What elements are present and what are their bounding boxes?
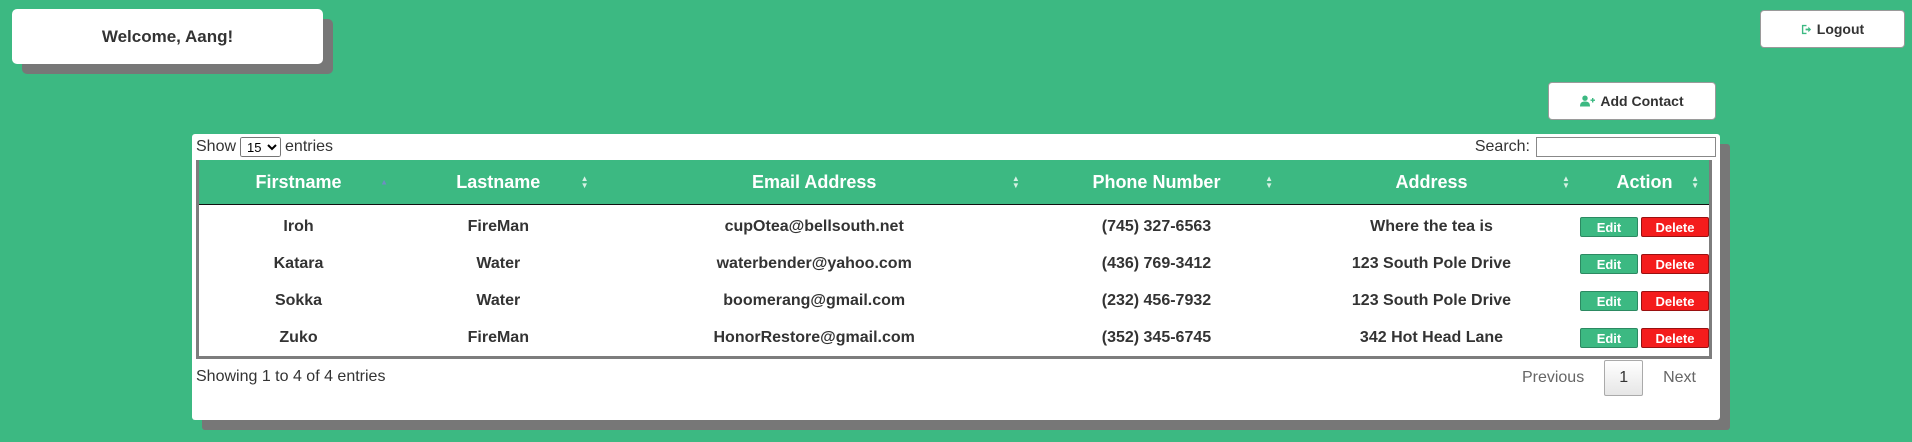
table-row: Katara Water waterbender@yahoo.com (436)…: [199, 245, 1709, 282]
add-contact-button[interactable]: Add Contact: [1548, 82, 1716, 120]
cell-address: 123 South Pole Drive: [1351, 254, 1512, 272]
cell-lastname: FireMan: [467, 217, 529, 235]
cell-firstname: Sokka: [274, 291, 323, 309]
page-1-button[interactable]: 1: [1604, 360, 1644, 396]
cell-firstname: Zuko: [279, 328, 318, 346]
cell-phone: (232) 456-7932: [1101, 291, 1212, 309]
sort-icon: ▲ ▼: [1265, 174, 1274, 190]
cell-action: Edit Delete: [1579, 319, 1709, 356]
table-row: Sokka Water boomerang@gmail.com (232) 45…: [199, 282, 1709, 319]
column-header-email[interactable]: Email Address ▲ ▼: [598, 160, 1030, 205]
search-control: Search:: [1475, 137, 1716, 157]
contacts-table-wrapper: Firstname ▲ Lastname ▲ ▼ Email Address ▲ ▼…: [196, 160, 1712, 359]
cell-firstname: Katara: [273, 254, 324, 272]
edit-button[interactable]: Edit: [1579, 290, 1638, 311]
edit-button[interactable]: Edit: [1579, 253, 1638, 274]
page-size-select[interactable]: 15: [240, 137, 282, 157]
table-header-row: Firstname ▲ Lastname ▲ ▼ Email Address ▲ ▼…: [199, 160, 1709, 205]
cell-action: Edit Delete: [1579, 205, 1709, 246]
sort-icon: ▲ ▼: [580, 174, 589, 190]
showing-info: Showing 1 to 4 of 4 entries: [196, 368, 386, 385]
sort-icon: ▲ ▼: [1691, 174, 1699, 190]
cell-email: boomerang@gmail.com: [723, 291, 906, 309]
search-label: Search:: [1474, 138, 1530, 155]
cell-lastname: Water: [476, 291, 521, 309]
cell-email: waterbender@yahoo.com: [716, 254, 912, 272]
column-header-action[interactable]: Action ▲ ▼: [1579, 160, 1709, 205]
cell-action: Edit Delete: [1579, 282, 1709, 319]
column-header-firstname[interactable]: Firstname ▲: [199, 160, 399, 205]
sort-icon: ▲ ▼: [1011, 174, 1020, 190]
welcome-card: Welcome, Aang!: [12, 9, 323, 64]
delete-button[interactable]: Delete: [1640, 216, 1709, 237]
user-plus-icon: [1580, 95, 1596, 107]
search-input[interactable]: [1536, 137, 1716, 157]
cell-firstname: Iroh: [283, 217, 314, 235]
sort-icon: ▲ ▼: [1562, 174, 1570, 190]
show-entries-control: Show 15 entries: [196, 137, 333, 157]
next-page-button[interactable]: Next: [1651, 363, 1708, 393]
sign-out-icon: [1801, 24, 1812, 35]
cell-phone: (745) 327-6563: [1101, 217, 1212, 235]
edit-button[interactable]: Edit: [1579, 216, 1638, 237]
contacts-table: Firstname ▲ Lastname ▲ ▼ Email Address ▲ ▼…: [199, 160, 1709, 356]
cell-email: cupOtea@bellsouth.net: [724, 217, 904, 235]
delete-button[interactable]: Delete: [1640, 290, 1709, 311]
cell-phone: (436) 769-3412: [1101, 254, 1212, 272]
entries-label: entries: [285, 138, 334, 155]
delete-button[interactable]: Delete: [1640, 253, 1709, 274]
welcome-text: Welcome, Aang!: [101, 26, 234, 46]
column-header-address[interactable]: Address ▲ ▼: [1283, 160, 1580, 205]
contacts-panel: Show 15 entries Search: Firstname ▲ Last…: [192, 134, 1720, 420]
delete-button[interactable]: Delete: [1640, 327, 1709, 348]
cell-address: Where the tea is: [1370, 217, 1493, 235]
cell-lastname: Water: [476, 254, 521, 272]
cell-address: 342 Hot Head Lane: [1359, 328, 1504, 346]
table-row: Iroh FireMan cupOtea@bellsouth.net (745)…: [199, 205, 1709, 246]
logout-button[interactable]: Logout: [1760, 10, 1905, 48]
cell-lastname: FireMan: [467, 328, 529, 346]
table-row: Zuko FireMan HonorRestore@gmail.com (352…: [199, 319, 1709, 356]
previous-page-button[interactable]: Previous: [1510, 363, 1596, 393]
sort-asc-icon: ▲: [380, 177, 389, 187]
cell-email: HonorRestore@gmail.com: [713, 328, 915, 346]
logout-label: Logout: [1816, 21, 1865, 37]
add-contact-label: Add Contact: [1600, 93, 1684, 109]
edit-button[interactable]: Edit: [1579, 327, 1638, 348]
cell-address: 123 South Pole Drive: [1351, 291, 1512, 309]
cell-phone: (352) 345-6745: [1101, 328, 1212, 346]
cell-action: Edit Delete: [1579, 245, 1709, 282]
show-label: Show: [196, 138, 237, 155]
column-header-lastname[interactable]: Lastname ▲ ▼: [398, 160, 599, 205]
pagination: Previous 1 Next: [1510, 360, 1708, 396]
column-header-phone[interactable]: Phone Number ▲ ▼: [1029, 160, 1284, 205]
